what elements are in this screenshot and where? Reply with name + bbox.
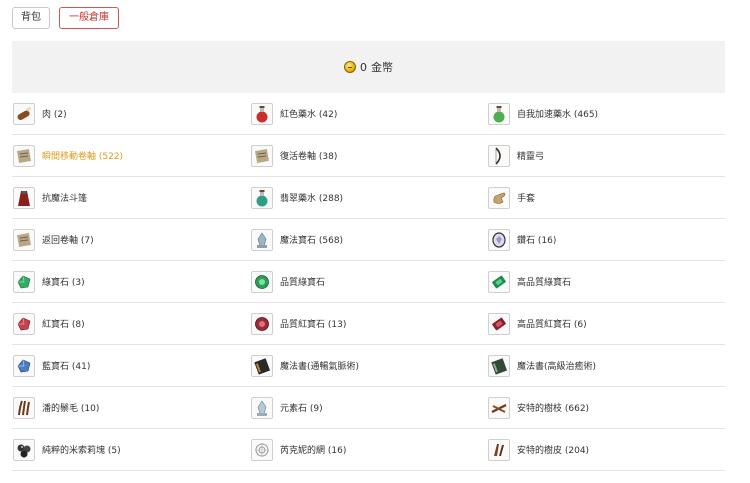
item-label: 綠寶石 (3) (42, 278, 85, 288)
item-label: 芮克妮的網 (16) (280, 446, 347, 456)
item-label: 純粹的米索莉塊 (5) (42, 446, 121, 456)
red-potion-icon (251, 102, 273, 125)
scroll-icon (13, 144, 35, 167)
blue-gem-icon (13, 354, 35, 377)
storage-item[interactable]: 潘的鬃毛 (10) (12, 387, 250, 429)
black-book-icon (251, 354, 273, 377)
glove-icon (488, 186, 510, 209)
emerald-potion-icon (251, 186, 273, 209)
red-gem-icon (13, 312, 35, 335)
storage-item[interactable]: 純粹的米索莉塊 (5) (12, 429, 250, 471)
storage-item[interactable]: 藍寶石 (41) (12, 345, 250, 387)
storage-item[interactable]: 抗魔法斗篷 (12, 177, 250, 219)
item-label: 復活卷軸 (38) (280, 152, 338, 162)
gold-amount: 0 (360, 60, 367, 74)
storage-item[interactable]: 品質紅寶石 (13) (250, 303, 487, 345)
storage-item[interactable]: 紅色藥水 (42) (250, 93, 487, 135)
element-stone-icon (251, 396, 273, 419)
item-label: 安特的樹皮 (204) (517, 446, 590, 456)
storage-item[interactable]: 復活卷軸 (38) (250, 135, 487, 177)
storage-item[interactable]: 瞬間移動卷軸 (522) (12, 135, 250, 177)
item-label: 高品質綠寶石 (517, 278, 572, 288)
storage-item[interactable]: 綠寶石 (3) (12, 261, 250, 303)
gold-coin-icon (344, 61, 356, 73)
storage-item[interactable]: 返回卷軸 (7) (12, 219, 250, 261)
mithril-icon (13, 438, 35, 461)
storage-item[interactable]: 魔法書(高級治癒術) (487, 345, 725, 387)
item-label: 安特的樹枝 (662) (517, 404, 590, 414)
item-label: 魔法書(通暢氣脈術) (280, 362, 360, 372)
item-label: 瞬間移動卷軸 (522) (42, 152, 124, 162)
item-label: 品質綠寶石 (280, 278, 326, 288)
cloak-icon (13, 186, 35, 209)
item-label: 品質紅寶石 (13) (280, 320, 347, 330)
storage-item[interactable]: 魔法寶石 (568) (250, 219, 487, 261)
scroll-icon (13, 228, 35, 251)
storage-item[interactable]: 鑽石 (16) (487, 219, 725, 261)
item-label: 藍寶石 (41) (42, 362, 91, 372)
storage-item[interactable]: 品質綠寶石 (250, 261, 487, 303)
storage-item[interactable]: 安特的樹枝 (662) (487, 387, 725, 429)
green-gem-round-icon (251, 270, 273, 293)
item-label: 翡翠藥水 (288) (280, 194, 344, 204)
item-label: 潘的鬃毛 (10) (42, 404, 100, 414)
item-label: 高品質紅寶石 (6) (517, 320, 587, 330)
red-gem-cut-icon (488, 312, 510, 335)
item-label: 魔法寶石 (568) (280, 236, 344, 246)
red-gem-round-icon (251, 312, 273, 335)
diamond-icon (488, 228, 510, 251)
item-label: 肉 (2) (42, 110, 67, 120)
scroll-icon (251, 144, 273, 167)
storage-item[interactable]: 魔法書(通暢氣脈術) (250, 345, 487, 387)
gold-unit: 金幣 (371, 61, 393, 74)
storage-item[interactable]: 高品質紅寶石 (6) (487, 303, 725, 345)
web-icon (251, 438, 273, 461)
storage-item[interactable]: 翡翠藥水 (288) (250, 177, 487, 219)
tab-general-storage[interactable]: 一般倉庫 (59, 7, 119, 29)
item-label: 抗魔法斗篷 (42, 194, 88, 204)
green-potion-icon (488, 102, 510, 125)
item-grid: 肉 (2) 紅色藥水 (42) 自我加速藥水 (465) 瞬間移動卷軸 (522) 復活… (12, 94, 725, 472)
item-label: 鑽石 (16) (517, 236, 557, 246)
item-label: 精靈弓 (517, 152, 545, 162)
branch-icon (488, 396, 510, 419)
magic-gem-icon (251, 228, 273, 251)
green-book-icon (488, 354, 510, 377)
mane-icon (13, 396, 35, 419)
gold-summary-bar: 0 金幣 (12, 41, 725, 93)
storage-item[interactable]: 紅寶石 (8) (12, 303, 250, 345)
item-label: 元素石 (9) (280, 404, 323, 414)
item-label: 手套 (517, 194, 536, 204)
storage-item[interactable]: 元素石 (9) (250, 387, 487, 429)
storage-item[interactable]: 自我加速藥水 (465) (487, 93, 725, 135)
storage-item[interactable]: 芮克妮的網 (16) (250, 429, 487, 471)
storage-tabs: 背包 一般倉庫 (12, 7, 119, 29)
storage-item[interactable]: 手套 (487, 177, 725, 219)
item-label: 紅色藥水 (42) (280, 110, 338, 120)
storage-item[interactable]: 高品質綠寶石 (487, 261, 725, 303)
tab-backpack[interactable]: 背包 (12, 7, 50, 29)
green-gem-icon (13, 270, 35, 293)
bark-icon (488, 438, 510, 461)
bow-icon (488, 144, 510, 167)
item-label: 返回卷軸 (7) (42, 236, 94, 246)
item-label: 自我加速藥水 (465) (517, 110, 599, 120)
meat-icon (13, 102, 35, 125)
storage-item[interactable]: 精靈弓 (487, 135, 725, 177)
storage-item[interactable]: 安特的樹皮 (204) (487, 429, 725, 471)
item-label: 紅寶石 (8) (42, 320, 85, 330)
item-label: 魔法書(高級治癒術) (517, 362, 597, 372)
storage-item[interactable]: 肉 (2) (12, 93, 250, 135)
green-gem-cut-icon (488, 270, 510, 293)
